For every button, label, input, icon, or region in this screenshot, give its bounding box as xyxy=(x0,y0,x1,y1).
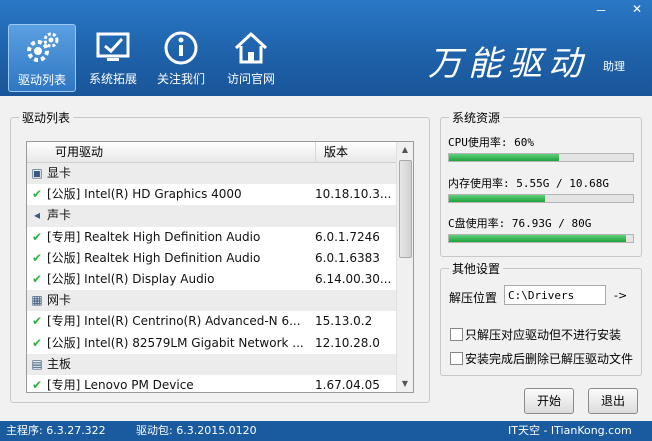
exit-button[interactable]: 退出 xyxy=(588,388,638,414)
driver-row[interactable]: ✔ [公版] Realtek High Definition Audio 6.0.1… xyxy=(27,248,413,269)
nav-driver-list[interactable]: 驱动列表 xyxy=(8,24,76,92)
extract-only-label: 只解压对应驱动但不进行安装 xyxy=(465,328,622,342)
check-icon: ✔ xyxy=(31,250,43,265)
cpu-usage-bar xyxy=(448,153,634,162)
driver-name: [专用] Realtek High Definition Audio xyxy=(47,229,261,244)
brand-subtitle: 助理 xyxy=(603,60,625,73)
category-row: ▣ 显卡 xyxy=(27,163,413,185)
driver-name: [公版] Intel(R) 82579LM Gigabit Network ..… xyxy=(47,335,304,350)
category-row: ◂ 声卡 xyxy=(27,205,413,227)
nav-label: 系统拓展 xyxy=(88,72,137,86)
nav-follow-us[interactable]: 关注我们 xyxy=(148,24,214,90)
driver-version: 6.0.1.7246 xyxy=(315,229,380,244)
driver-name: [公版] Intel(R) Display Audio xyxy=(47,271,215,286)
driver-version xyxy=(315,354,395,375)
minimize-button[interactable]: － xyxy=(592,2,610,19)
brand-title: 万能驱动 xyxy=(428,44,588,84)
main-version: 主程序: 6.3.27.322 xyxy=(6,424,106,437)
scroll-down-icon[interactable]: ▼ xyxy=(397,376,413,392)
driver-name: [公版] Intel(R) HD Graphics 4000 xyxy=(47,187,242,202)
home-icon xyxy=(234,31,268,64)
check-icon: ✔ xyxy=(31,314,43,329)
driver-version xyxy=(315,205,395,226)
start-button[interactable]: 开始 xyxy=(524,388,574,414)
nav-official-site[interactable]: 访问官网 xyxy=(218,24,284,90)
close-button[interactable]: ✕ xyxy=(628,2,646,19)
monitor-icon xyxy=(96,32,130,61)
title-bar: － ✕ 驱动列表 系统拓展 关注我们 访问官网 万能驱动 助理 xyxy=(0,0,652,96)
category-row: ▦ 网卡 xyxy=(27,290,413,312)
check-icon: ✔ xyxy=(31,187,43,202)
driver-name: 显卡 xyxy=(47,166,72,180)
check-icon: ✔ xyxy=(31,377,43,392)
driver-name: [专用] Lenovo PM Device xyxy=(47,377,194,392)
driver-version: 10.18.10.3... xyxy=(315,187,392,202)
driver-version: 6.0.1.6383 xyxy=(315,250,380,265)
driver-name: 主板 xyxy=(47,356,72,371)
window-controls: － ✕ xyxy=(592,2,646,19)
gear-icon xyxy=(27,32,59,62)
scrollbar[interactable]: ▲ ▼ xyxy=(396,142,413,392)
board-icon: ▤ xyxy=(31,356,43,371)
nav-label: 驱动列表 xyxy=(17,73,66,87)
check-icon: ✔ xyxy=(31,229,43,244)
scroll-up-icon[interactable]: ▲ xyxy=(397,142,413,158)
driver-row[interactable]: ✔ [公版] Intel(R) 82579LM Gigabit Network .… xyxy=(27,333,413,354)
driver-row[interactable]: ✔ [公版] Intel(R) Display Audio 6.14.00.30..… xyxy=(27,269,413,290)
group-title: 系统资源 xyxy=(449,109,504,126)
driver-version: 15.13.0.2 xyxy=(315,314,373,329)
driver-name: [公版] Realtek High Definition Audio xyxy=(47,250,261,265)
driver-name: [专用] Intel(R) Centrino(R) Advanced-N 6..… xyxy=(47,314,301,329)
column-header-version[interactable]: 版本 xyxy=(316,142,348,162)
category-row: ▤ 主板 xyxy=(27,353,413,375)
driver-list[interactable]: 可用驱动 版本 ▣ 显卡 ✔ [公版] Intel(R) HD Graphics 40… xyxy=(26,141,414,393)
browse-button[interactable]: -> xyxy=(614,289,627,302)
site-text: IT天空 - ITianKong.com xyxy=(508,424,632,437)
list-rows: ▣ 显卡 ✔ [公版] Intel(R) HD Graphics 4000 10.18.… xyxy=(27,163,413,392)
column-header-name[interactable]: 可用驱动 xyxy=(27,142,316,162)
delete-after-install-label: 安装完成后删除已解压驱动文件 xyxy=(465,352,634,366)
memory-usage-label: 内存使用率: 5.55G / 10.68G xyxy=(448,177,609,190)
info-icon xyxy=(164,31,198,65)
group-title: 其他设置 xyxy=(449,260,504,277)
scroll-thumb[interactable] xyxy=(399,160,412,258)
driver-row[interactable]: ✔ [专用] Realtek High Definition Audio 6.0.1… xyxy=(27,227,413,248)
network-icon: ▦ xyxy=(31,293,43,308)
driver-row[interactable]: ✔ [专用] Intel(R) Centrino(R) Advanced-N 6.… xyxy=(27,311,413,332)
display-icon: ▣ xyxy=(31,166,43,180)
nav-system-ext[interactable]: 系统拓展 xyxy=(80,24,146,90)
disk-usage-label: C盘使用率: 76.93G / 80G xyxy=(448,217,592,230)
driver-version xyxy=(315,163,395,184)
nav-label: 关注我们 xyxy=(156,72,205,86)
cpu-usage-fill xyxy=(449,154,560,161)
memory-usage-bar xyxy=(448,194,634,203)
list-header: 可用驱动 版本 xyxy=(27,142,413,163)
driver-row[interactable]: ✔ [公版] Intel(R) HD Graphics 4000 10.18.10.… xyxy=(27,184,413,205)
extract-only-checkbox[interactable] xyxy=(450,328,463,341)
driver-version: 1.67.04.05 xyxy=(315,377,380,392)
driver-pack-version: 驱动包: 6.3.2015.0120 xyxy=(136,424,257,437)
driver-version xyxy=(315,290,395,311)
disk-usage-fill xyxy=(449,235,626,242)
extract-path-input[interactable]: C:\Drivers xyxy=(504,285,606,305)
extract-location-label: 解压位置 xyxy=(449,291,498,305)
memory-usage-fill xyxy=(449,195,545,202)
status-bar: 主程序: 6.3.27.322 驱动包: 6.3.2015.0120 IT天空 … xyxy=(0,421,652,441)
nav-label: 访问官网 xyxy=(226,72,275,86)
driver-row[interactable]: ✔ [专用] Lenovo PM Device 1.67.04.05 xyxy=(27,375,413,392)
driver-version: 12.10.28.0 xyxy=(315,335,380,350)
driver-version: 6.14.00.30... xyxy=(315,271,392,286)
cpu-usage-label: CPU使用率: 60% xyxy=(448,136,534,149)
driver-name: 声卡 xyxy=(47,208,72,223)
check-icon: ✔ xyxy=(31,335,43,350)
speaker-icon: ◂ xyxy=(33,208,41,223)
driver-name: 网卡 xyxy=(47,293,72,308)
delete-after-install-checkbox[interactable] xyxy=(450,352,463,365)
disk-usage-bar xyxy=(448,234,634,243)
check-icon: ✔ xyxy=(31,271,43,286)
group-title: 驱动列表 xyxy=(19,109,74,126)
